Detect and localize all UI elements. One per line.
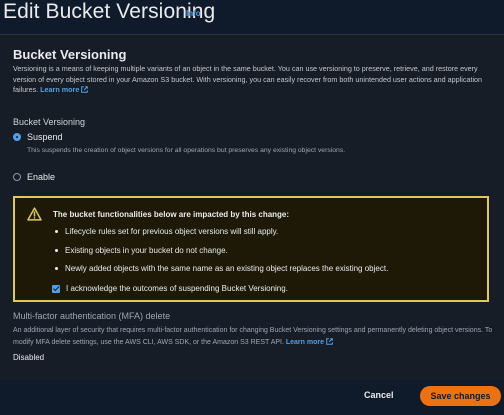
warning-alert: The bucket functionalities below are imp… <box>13 196 489 302</box>
info-link[interactable]: Info <box>186 9 201 18</box>
learn-more-label: Learn more <box>40 85 80 94</box>
radio-enable-control[interactable] <box>13 173 21 181</box>
acknowledge-label: I acknowledge the outcomes of suspending… <box>66 284 288 293</box>
acknowledge-row[interactable]: I acknowledge the outcomes of suspending… <box>52 284 288 293</box>
alert-title: The bucket functionalities below are imp… <box>53 210 290 219</box>
alert-list: Lifecycle rules set for previous object … <box>53 227 388 283</box>
versioning-description: Versioning is a means of keeping multipl… <box>13 64 493 96</box>
alert-item: Existing objects in your bucket do not c… <box>53 246 388 265</box>
radio-suspend-label: Suspend <box>27 132 63 142</box>
external-link-icon <box>81 86 89 93</box>
suspend-help-text: This suspends the creation of object ver… <box>27 147 346 154</box>
radio-enable-label: Enable <box>27 172 56 182</box>
mfa-description-text: An additional layer of security that req… <box>13 327 493 346</box>
mfa-title: Multi-factor authentication (MFA) delete <box>13 311 171 321</box>
radio-enable[interactable]: Enable <box>13 172 55 182</box>
mfa-description: An additional layer of security that req… <box>13 325 498 348</box>
radio-suspend[interactable]: Suspend <box>13 132 63 142</box>
alert-item: Lifecycle rules set for previous object … <box>53 227 388 246</box>
radio-suspend-control[interactable] <box>13 133 21 141</box>
external-link-icon <box>326 337 333 345</box>
alert-item: Newly added objects with the same name a… <box>53 264 388 283</box>
warning-icon <box>27 207 42 221</box>
acknowledge-checkbox[interactable] <box>52 284 60 293</box>
save-changes-button[interactable]: Save changes <box>420 386 501 406</box>
mfa-learn-more-label: Learn more <box>285 338 324 346</box>
versioning-field-label: Bucket Versioning <box>13 117 86 127</box>
mfa-learn-more-link[interactable]: Learn more <box>285 337 333 346</box>
section-title: Bucket Versioning <box>13 47 127 62</box>
learn-more-link[interactable]: Learn more <box>40 85 89 94</box>
bucket-versioning-panel: Bucket Versioning Versioning is a means … <box>0 34 504 380</box>
cancel-button[interactable]: Cancel <box>364 390 394 400</box>
mfa-status-value: Disabled <box>13 353 45 362</box>
page-title: Edit Bucket Versioning <box>3 0 216 23</box>
